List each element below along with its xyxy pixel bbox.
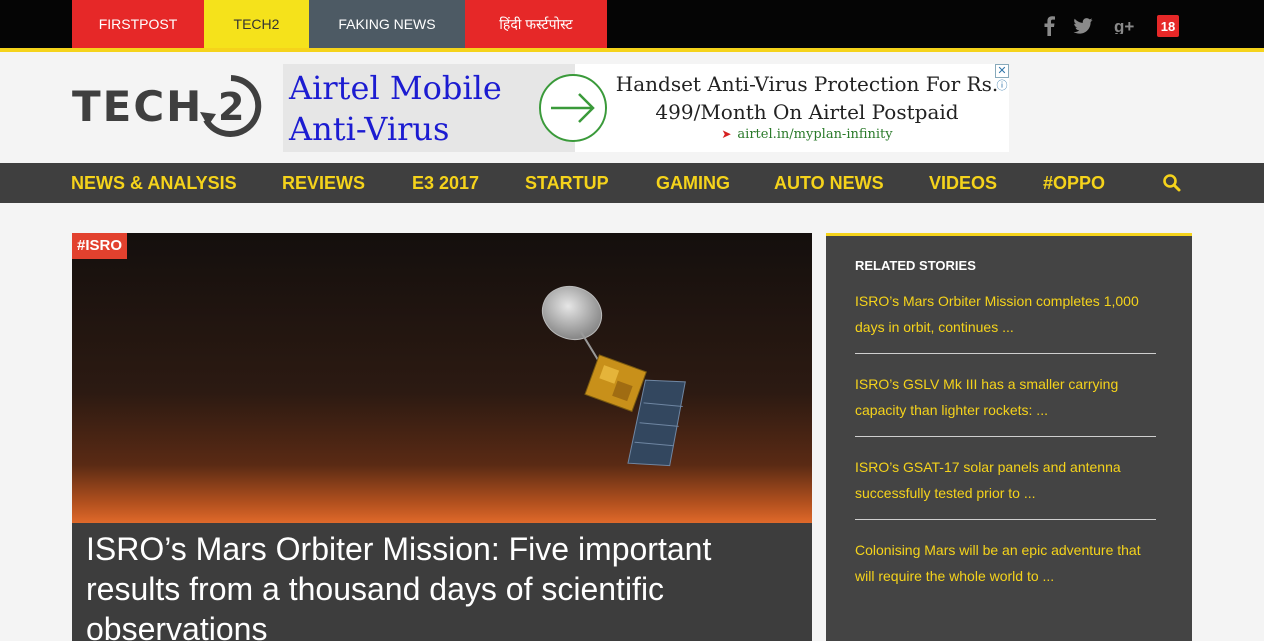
divider [855, 436, 1156, 437]
tab-firstpost[interactable]: FIRSTPOST [72, 0, 204, 48]
related-stories-heading: RELATED STORIES [855, 258, 976, 273]
nav-item-oppo[interactable]: #OPPO [1043, 163, 1105, 203]
related-story[interactable]: ISRO’s Mars Orbiter Mission completes 1,… [855, 288, 1156, 340]
facebook-icon[interactable] [1037, 14, 1061, 38]
hero-category-tag[interactable]: #ISRO [72, 233, 128, 259]
ad-url-text: airtel.in/myplan-infinity [737, 127, 893, 142]
search-icon[interactable] [1162, 173, 1182, 193]
network-top-bar: FIRSTPOST TECH2 FAKING NEWS हिंदी फर्स्ट… [0, 0, 1264, 52]
divider [855, 353, 1156, 354]
nav-item-videos[interactable]: VIDEOS [929, 163, 997, 203]
tab-hindi-firstpost[interactable]: हिंदी फर्स्टपोस्ट [465, 0, 607, 48]
related-story[interactable]: ISRO’s GSLV Mk III has a smaller carryin… [855, 371, 1156, 423]
related-stories-panel: RELATED STORIES ISRO’s Mars Orbiter Miss… [826, 233, 1192, 641]
featured-article[interactable]: #ISRO ISRO’s Mars Orbiter Mission: Five … [72, 233, 812, 641]
arrow-right-icon[interactable] [537, 72, 609, 144]
hero-caption: ISRO’s Mars Orbiter Mission: Five import… [72, 523, 812, 641]
site-header: TECH 2 Airtel Mobile Anti-Virus Handset … [0, 52, 1264, 163]
logo-2-icon: 2 [200, 75, 262, 137]
related-story[interactable]: ISRO’s GSAT-17 solar panels and antenna … [855, 454, 1156, 506]
ad-url[interactable]: ➤ airtel.in/myplan-infinity [615, 127, 999, 142]
hero-headline[interactable]: ISRO’s Mars Orbiter Mission: Five import… [86, 529, 786, 641]
nav-item-e3-2017[interactable]: E3 2017 [412, 163, 479, 203]
ad-info-icon[interactable]: ⓘ [995, 79, 1009, 93]
svg-text:g+: g+ [1114, 18, 1134, 34]
ad-close-icon[interactable]: ✕ [995, 64, 1009, 78]
nav-item-auto-news[interactable]: AUTO NEWS [774, 163, 884, 203]
twitter-icon[interactable] [1071, 14, 1095, 38]
tab-faking-news[interactable]: FAKING NEWS [309, 0, 465, 48]
svg-text:2: 2 [218, 85, 244, 129]
main-navigation: NEWS & ANALYSIS REVIEWS E3 2017 STARTUP … [0, 163, 1264, 203]
nav-item-news-analysis[interactable]: NEWS & ANALYSIS [71, 163, 237, 203]
related-story[interactable]: Colonising Mars will be an epic adventur… [855, 537, 1156, 589]
divider [855, 519, 1156, 520]
nav-item-reviews[interactable]: REVIEWS [282, 163, 365, 203]
network18-icon[interactable]: 18 [1157, 15, 1179, 37]
ad-copy: Handset Anti-Virus Protection For Rs. 49… [615, 72, 999, 124]
advertisement-banner[interactable]: Airtel Mobile Anti-Virus Handset Anti-Vi… [283, 64, 1009, 152]
nav-item-startup[interactable]: STARTUP [525, 163, 609, 203]
tab-tech2[interactable]: TECH2 [204, 0, 309, 48]
mars-orbiter-image[interactable] [72, 233, 812, 523]
location-pin-icon: ➤ [721, 127, 732, 141]
ad-title: Airtel Mobile Anti-Virus [289, 69, 502, 148]
nav-item-gaming[interactable]: GAMING [656, 163, 730, 203]
google-plus-icon[interactable]: g+ [1113, 14, 1137, 38]
tech2-logo[interactable]: TECH 2 [72, 72, 266, 142]
logo-wordmark: TECH [72, 82, 204, 131]
